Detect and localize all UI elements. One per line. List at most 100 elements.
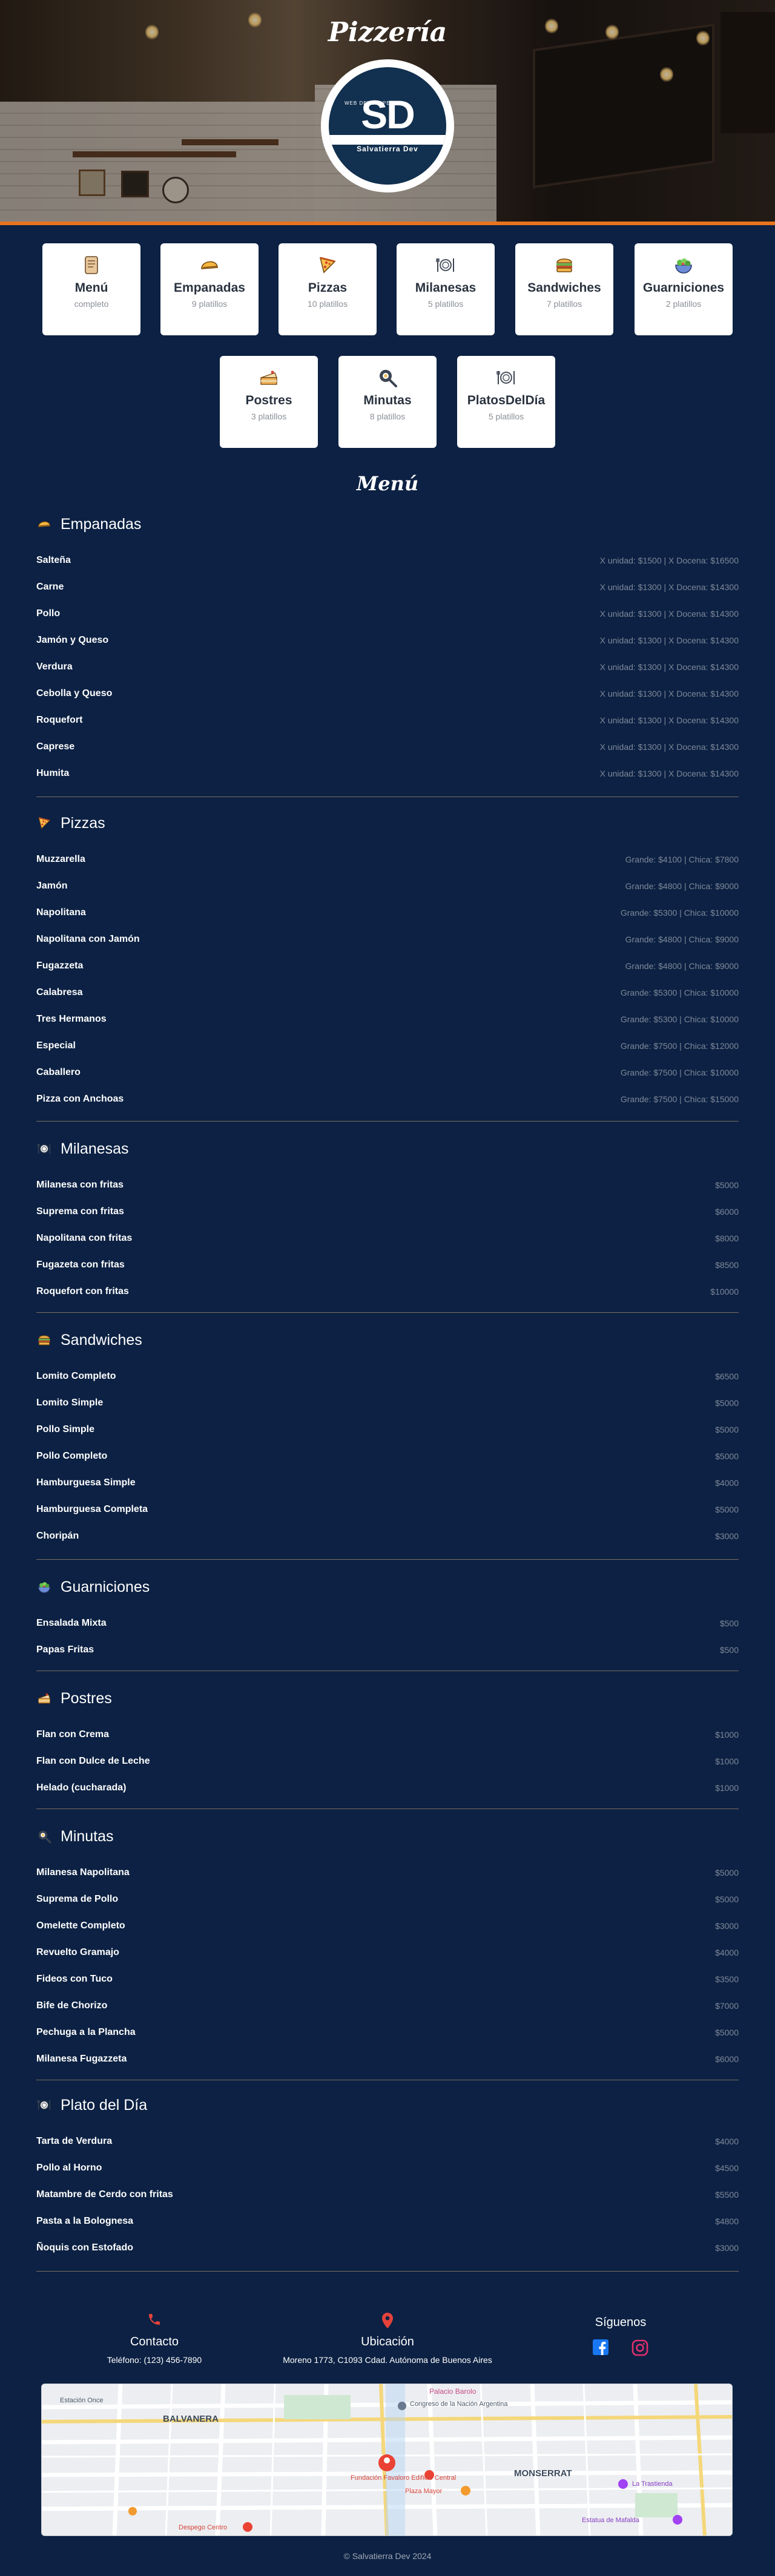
menu-item-name: Flan con Dulce de Leche: [36, 1756, 150, 1766]
map-label-monserrat: MONSERRAT: [514, 2468, 572, 2479]
empanada-icon: [36, 516, 52, 532]
location-map[interactable]: BALVANERA MONSERRAT Palacio Barolo Congr…: [41, 2384, 733, 2536]
section-divider: [36, 1312, 739, 1313]
menu-item-price: $1000: [715, 1783, 739, 1793]
menu-item: Cebolla y Queso X unidad: $1300 | X Docen…: [36, 680, 739, 707]
menu-item-name: Ensalada Mixta: [36, 1618, 107, 1628]
menu-item-price: $5000: [715, 1451, 739, 1461]
pizza-icon: [279, 243, 377, 278]
menu-item: Tres Hermanos Grande: $5300 | Chica: $100…: [36, 1006, 739, 1033]
location-pin-icon: [254, 2312, 521, 2330]
menu-item-name: Pasta a la Bolognesa: [36, 2216, 134, 2226]
section-header: Plato del Día: [36, 2094, 739, 2116]
menu-item-price: $500: [719, 1645, 739, 1655]
plate-cutlery-icon: [36, 1141, 52, 1157]
category-count: 5 platillos: [488, 412, 524, 421]
menu-item: Flan con Dulce de Leche $1000: [36, 1748, 739, 1775]
menu-section-postres: Postres Flan con Crema $1000 Flan con Dulce…: [36, 1687, 739, 1801]
category-card-empanadas[interactable]: Empanadas 9 platillos: [160, 243, 259, 335]
menu-item-price: $5000: [715, 1505, 739, 1514]
menu-item-name: Papas Fritas: [36, 1644, 94, 1655]
menu-section-empanadas: Empanadas Salteña X unidad: $1500 | X Doce…: [36, 513, 739, 787]
menu-item-price: $5000: [715, 1425, 739, 1434]
section-header: Milanesas: [36, 1138, 739, 1160]
menu-item: Roquefort con fritas $10000: [36, 1278, 739, 1305]
map-label-balvanera: BALVANERA: [163, 2414, 219, 2424]
menu-item-name: Suprema de Pollo: [36, 1894, 119, 1904]
menu-item: Caprese X unidad: $1300 | X Docena: $1430…: [36, 734, 739, 760]
menu-item-name: Hamburguesa Simple: [36, 1477, 136, 1488]
map-label-congreso: Congreso de la Nación Argentina: [410, 2400, 508, 2408]
instagram-icon[interactable]: [632, 2339, 648, 2359]
category-count: 7 platillos: [546, 299, 582, 309]
menu-item-name: Milanesa con fritas: [36, 1180, 124, 1190]
section-title: Minutas: [61, 1827, 114, 1845]
category-card-postres[interactable]: Postres 3 platillos: [220, 356, 318, 448]
menu-item-price: X unidad: $1300 | X Docena: $14300: [599, 609, 739, 619]
logo-tagline: WEB DEVELOPER: [345, 100, 395, 106]
menu-item: Suprema con fritas $6000: [36, 1198, 739, 1225]
contact-phone[interactable]: Teléfono: (123) 456-7890: [91, 2355, 218, 2365]
menu-item: Pechuga a la Plancha $5000: [36, 2019, 739, 2046]
section-items: Salteña X unidad: $1500 | X Docena: $1650…: [36, 547, 739, 787]
menu-item-name: Milanesa Napolitana: [36, 1867, 130, 1878]
menu-item: Fugazzeta Grande: $4800 | Chica: $9000: [36, 953, 739, 979]
menu-item: Lomito Simple $5000: [36, 1390, 739, 1416]
menu-item: Hamburguesa Completa $5000: [36, 1496, 739, 1523]
menu-item: Fugazeta con fritas $8500: [36, 1252, 739, 1278]
map-label-once: Estación Once: [60, 2397, 104, 2404]
menu-item-name: Caprese: [36, 741, 75, 752]
section-items: Lomito Completo $6500 Lomito Simple $5000 Po…: [36, 1363, 739, 1549]
menu-item-price: Grande: $7500 | Chica: $10000: [620, 1068, 739, 1077]
section-items: Milanesa con fritas $5000 Suprema con frit…: [36, 1172, 739, 1305]
category-card-platosdeld-a[interactable]: PlatosDelDía 5 platillos: [457, 356, 555, 448]
menu-item-name: Napolitana con fritas: [36, 1233, 133, 1243]
category-card-milanesas[interactable]: Milanesas 5 platillos: [397, 243, 495, 335]
phone-icon: [91, 2312, 218, 2330]
category-name: Menú: [74, 281, 108, 295]
menu-item-name: Choripán: [36, 1531, 79, 1541]
category-card-men-[interactable]: Menú completo: [42, 243, 140, 335]
menu-item: Pollo Completo $5000: [36, 1443, 739, 1470]
menu-item-name: Salteña: [36, 555, 71, 565]
menu-item-name: Fugazzeta: [36, 961, 84, 971]
category-card-sandwiches[interactable]: Sandwiches 7 platillos: [515, 243, 613, 335]
category-count: 9 platillos: [191, 299, 228, 309]
menu-item-price: X unidad: $1300 | X Docena: $14300: [599, 715, 739, 725]
menu-item: Napolitana Grande: $5300 | Chica: $10000: [36, 899, 739, 926]
menu-item: Roquefort X unidad: $1300 | X Docena: $14…: [36, 707, 739, 734]
section-header: Postres: [36, 1687, 739, 1709]
category-name: Pizzas: [308, 281, 348, 295]
menu-item: Ñoquis con Estofado $3000: [36, 2235, 739, 2261]
menu-item-price: Grande: $4800 | Chica: $9000: [625, 961, 739, 971]
menu-section-sandwiches: Sandwiches Lomito Completo $6500 Lomito Sim…: [36, 1329, 739, 1549]
cake-icon: [220, 356, 318, 391]
menu-item-price: $6500: [715, 1372, 739, 1381]
category-count: 10 platillos: [307, 299, 348, 309]
section-title: Milanesas: [61, 1140, 129, 1157]
menu-item-name: Muzzarella: [36, 854, 85, 864]
plate-cutlery-icon: [397, 243, 495, 278]
menu-item-name: Ñoquis con Estofado: [36, 2242, 133, 2253]
menu-item-name: Jamón: [36, 881, 68, 891]
menu-item-price: $1000: [715, 1756, 739, 1766]
facebook-icon[interactable]: [593, 2339, 608, 2359]
map-label-fundacion: Fundación Favaloro Edificio Central: [351, 2474, 456, 2482]
menu-item-price: $5000: [715, 2028, 739, 2037]
footer-social: Síguenos: [557, 2316, 684, 2359]
menu-item: Revuelto Gramajo $4000: [36, 1939, 739, 1966]
section-items: Ensalada Mixta $500 Papas Fritas $500: [36, 1610, 739, 1663]
section-items: Muzzarella Grande: $4100 | Chica: $7800 Ja…: [36, 846, 739, 1112]
menu-item: Bife de Chorizo $7000: [36, 1993, 739, 2019]
menu-item-name: Roquefort: [36, 715, 83, 725]
menu-item-name: Hamburguesa Completa: [36, 1504, 148, 1514]
category-card-minutas[interactable]: Minutas 8 platillos: [338, 356, 437, 448]
menu-item: Choripán $3000: [36, 1523, 739, 1549]
category-card-pizzas[interactable]: Pizzas 10 platillos: [279, 243, 377, 335]
menu-section-milanesas: Milanesas Milanesa con fritas $5000 Suprema…: [36, 1138, 739, 1305]
menu-item-price: $3000: [715, 2243, 739, 2253]
category-card-guarniciones[interactable]: Guarniciones 2 platillos: [635, 243, 733, 335]
menu-item-name: Napolitana con Jamón: [36, 934, 140, 944]
section-header: Guarniciones: [36, 1576, 739, 1598]
menu-item-price: X unidad: $1300 | X Docena: $14300: [599, 582, 739, 592]
